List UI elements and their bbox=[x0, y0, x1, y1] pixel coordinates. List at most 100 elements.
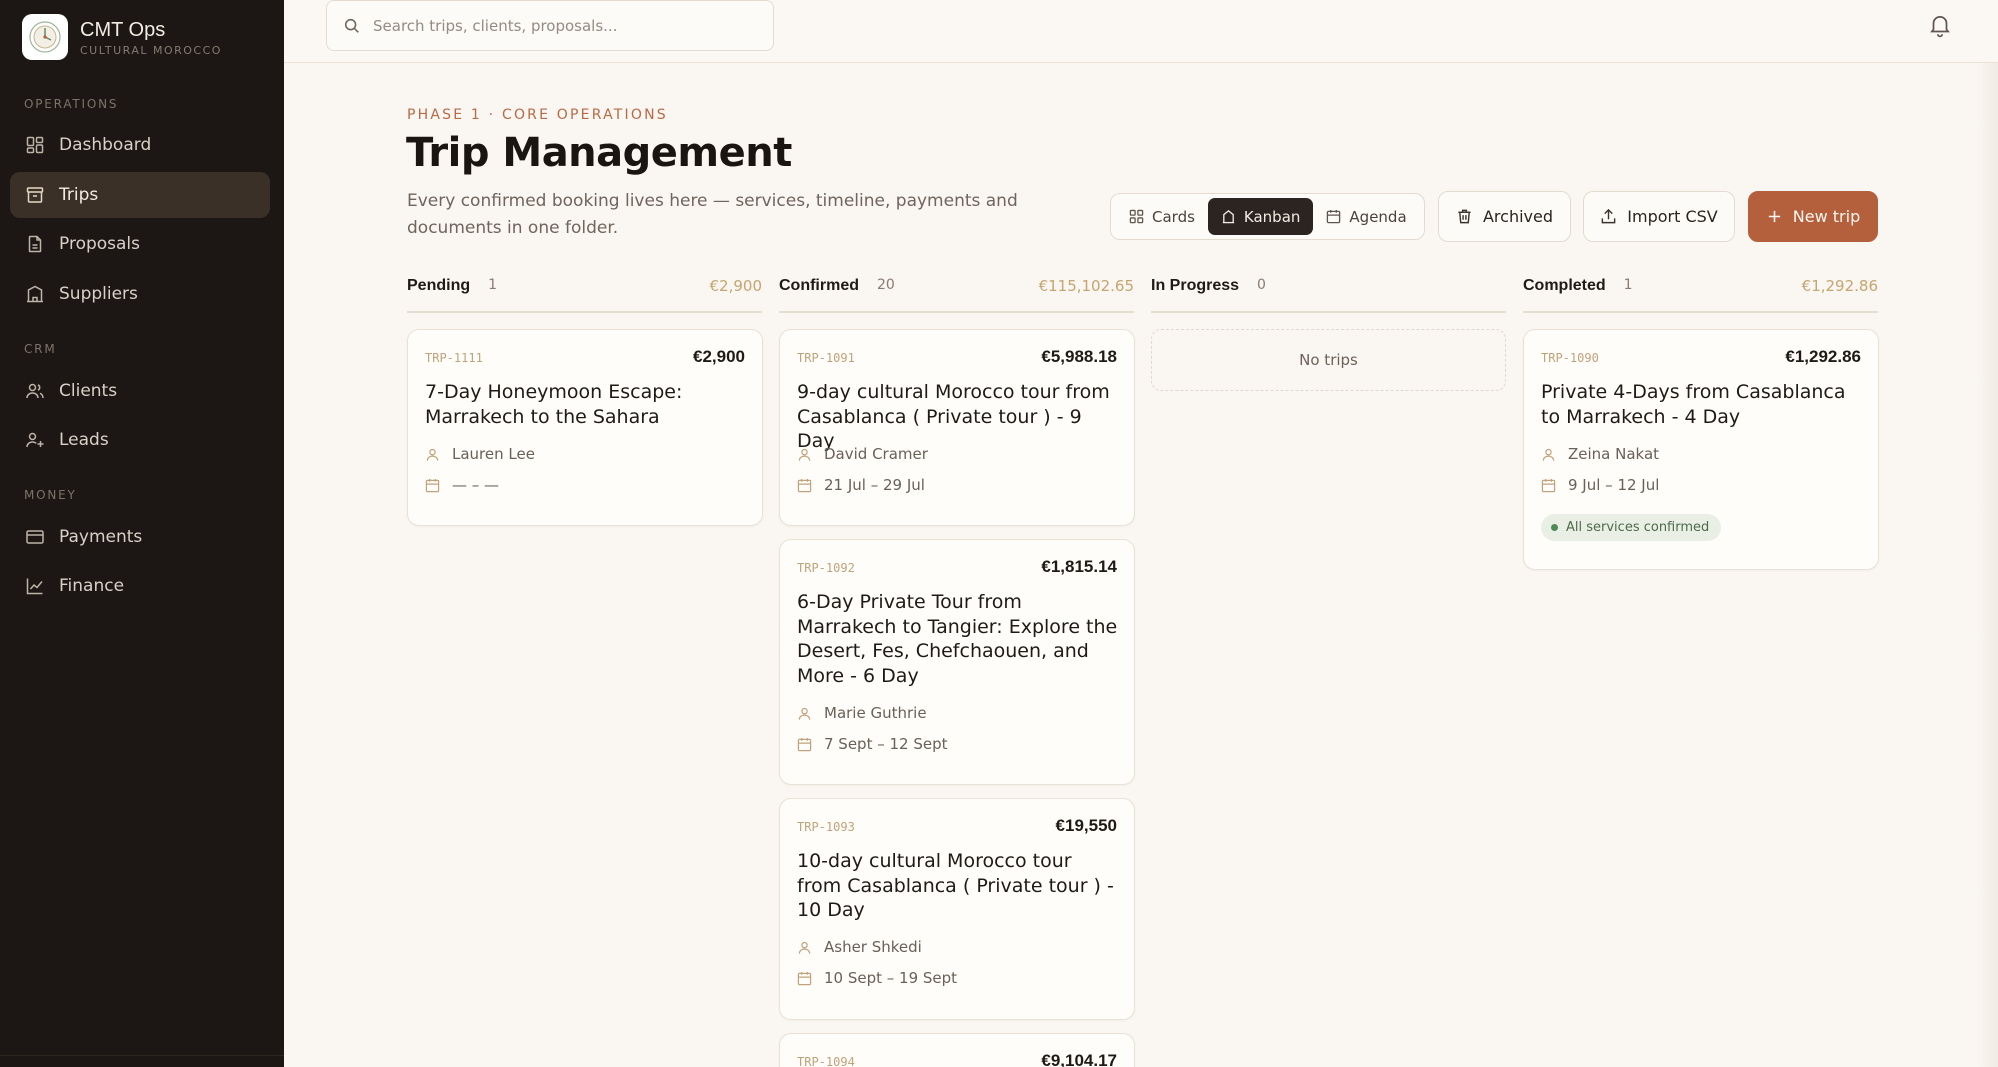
view-agenda-button[interactable]: Agenda bbox=[1313, 198, 1419, 235]
view-cards-button[interactable]: Cards bbox=[1116, 198, 1208, 235]
brand[interactable]: CMT Ops CULTURAL MOROCCO bbox=[22, 14, 222, 60]
trip-id: TRP-1094 bbox=[797, 1055, 855, 1067]
sidebar-item-suppliers[interactable]: Suppliers bbox=[10, 271, 270, 317]
date-range: — – — bbox=[452, 476, 500, 494]
grid-icon bbox=[1129, 209, 1144, 224]
sidebar-item-label: Trips bbox=[59, 185, 99, 205]
sidebar-item-dashboard[interactable]: Dashboard bbox=[10, 122, 270, 168]
sidebar-item-payments[interactable]: Payments bbox=[10, 514, 270, 560]
trip-id: TRP-1090 bbox=[1541, 351, 1599, 365]
trip-title: 7-Day Honeymoon Escape: Marrakech to the… bbox=[425, 381, 683, 428]
user-icon bbox=[798, 707, 811, 720]
view-kanban-label: Kanban bbox=[1243, 207, 1301, 226]
date-range: 9 Jul – 12 Jul bbox=[1568, 476, 1660, 494]
calendar-icon bbox=[797, 478, 812, 492]
column-total: €2,900 bbox=[709, 277, 763, 295]
trip-dates: 9 Jul – 12 Jul bbox=[1541, 476, 1659, 494]
sidebar: CMT Ops CULTURAL MOROCCO OPERATIONS Dash… bbox=[0, 0, 284, 1067]
client-name: Marie Guthrie bbox=[824, 704, 927, 722]
sidebar-item-trips[interactable]: Trips bbox=[10, 172, 270, 218]
search-input[interactable] bbox=[373, 16, 753, 35]
brand-name: CMT Ops bbox=[80, 18, 166, 41]
bell-icon[interactable] bbox=[1927, 12, 1953, 38]
calendar-icon bbox=[1541, 478, 1556, 492]
trash-icon bbox=[1458, 209, 1471, 224]
trip-card[interactable]: TRP-1091 €5,988.18 9-day cultural Morocc… bbox=[779, 329, 1135, 526]
sidebar-item-leads[interactable]: Leads bbox=[10, 417, 270, 463]
trip-card[interactable]: TRP-1092 €1,815.14 6-Day Private Tour fr… bbox=[779, 539, 1135, 785]
calendar-icon bbox=[425, 478, 440, 492]
import-csv-button[interactable]: Import CSV bbox=[1583, 191, 1735, 242]
view-kanban-button[interactable]: Kanban bbox=[1207, 198, 1314, 235]
column-header-confirmed: Confirmed 20 €115,102.65 bbox=[779, 277, 1134, 313]
trip-card[interactable]: TRP-1094 €9,104.17 bbox=[779, 1033, 1135, 1067]
trip-card[interactable]: TRP-1090 €1,292.86 Private 4-Days from C… bbox=[1523, 329, 1879, 570]
plus-icon bbox=[1768, 210, 1780, 223]
sidebar-item-proposals[interactable]: Proposals bbox=[10, 221, 270, 267]
trip-dates: 21 Jul – 29 Jul bbox=[797, 476, 925, 494]
new-trip-button[interactable]: New trip bbox=[1748, 191, 1878, 242]
trip-price: €9,104.17 bbox=[1041, 1051, 1117, 1067]
trip-card[interactable]: TRP-1111 €2,900 7-Day Honeymoon Escape: … bbox=[407, 329, 763, 526]
view-cards-label: Cards bbox=[1152, 207, 1195, 226]
trip-dates: — – — bbox=[425, 476, 499, 494]
sidebar-item-label: Suppliers bbox=[59, 284, 138, 304]
users-icon bbox=[26, 383, 44, 399]
nav-section-operations: OPERATIONS bbox=[24, 97, 119, 111]
sidebar-item-label: Dashboard bbox=[59, 135, 152, 155]
column-total: €1,292.86 bbox=[1801, 277, 1878, 295]
user-icon bbox=[798, 448, 811, 461]
client-name: Lauren Lee bbox=[452, 445, 535, 463]
trip-card[interactable]: TRP-1093 €19,550 10-day cultural Morocco… bbox=[779, 798, 1135, 1020]
sidebar-item-clients[interactable]: Clients bbox=[10, 368, 270, 414]
trip-price: €5,988.18 bbox=[1041, 347, 1117, 366]
column-total: €115,102.65 bbox=[1038, 277, 1134, 295]
credit-card-icon bbox=[26, 530, 44, 544]
line-chart-icon bbox=[26, 578, 43, 595]
trip-price: €2,900 bbox=[693, 347, 745, 366]
kanban-icon bbox=[1222, 210, 1235, 224]
logo-icon bbox=[22, 14, 68, 60]
column-name: Pending bbox=[407, 277, 471, 294]
view-agenda-label: Agenda bbox=[1349, 207, 1407, 226]
sidebar-item-label: Payments bbox=[59, 527, 143, 547]
user-icon bbox=[426, 448, 439, 461]
sidebar-item-finance[interactable]: Finance bbox=[10, 563, 270, 609]
dashboard-icon bbox=[26, 136, 44, 154]
column-count: 1 bbox=[1623, 277, 1633, 293]
trip-client: Lauren Lee bbox=[425, 445, 535, 463]
page-eyebrow: PHASE 1 · CORE OPERATIONS bbox=[407, 107, 668, 123]
archived-label: Archived bbox=[1482, 207, 1554, 226]
scroll-edge bbox=[1976, 63, 1998, 1067]
date-range: 10 Sept – 19 Sept bbox=[824, 969, 958, 987]
calendar-icon bbox=[797, 737, 812, 751]
user-icon bbox=[798, 941, 811, 954]
column-name: Confirmed bbox=[779, 277, 859, 294]
column-header-completed: Completed 1 €1,292.86 bbox=[1523, 277, 1878, 313]
status-dot bbox=[1551, 524, 1558, 531]
nav-section-crm: CRM bbox=[24, 342, 57, 356]
new-trip-label: New trip bbox=[1792, 207, 1861, 226]
archived-button[interactable]: Archived bbox=[1438, 191, 1571, 242]
building-icon bbox=[27, 285, 43, 303]
client-name: David Cramer bbox=[824, 445, 928, 463]
column-count: 0 bbox=[1257, 277, 1266, 293]
client-name: Asher Shkedi bbox=[824, 938, 922, 956]
status-badge: All services confirmed bbox=[1541, 514, 1722, 541]
date-range: 21 Jul – 29 Jul bbox=[824, 476, 925, 494]
import-csv-label: Import CSV bbox=[1627, 207, 1718, 226]
trip-price: €19,550 bbox=[1055, 816, 1117, 835]
user-icon bbox=[1542, 448, 1555, 461]
trip-id: TRP-1092 bbox=[797, 561, 855, 575]
trip-price: €1,815.14 bbox=[1041, 557, 1117, 576]
nav-section-money: MONEY bbox=[24, 488, 77, 502]
search-box[interactable] bbox=[326, 0, 774, 51]
column-header-pending: Pending 1 €2,900 bbox=[407, 277, 762, 313]
column-name: Completed bbox=[1523, 277, 1606, 294]
client-name: Zeina Nakat bbox=[1568, 445, 1660, 463]
status-badge-label: All services confirmed bbox=[1566, 520, 1710, 535]
column-name: In Progress bbox=[1151, 277, 1240, 294]
calendar-icon bbox=[797, 971, 812, 985]
trip-client: Zeina Nakat bbox=[1541, 445, 1659, 463]
document-icon bbox=[28, 235, 42, 253]
